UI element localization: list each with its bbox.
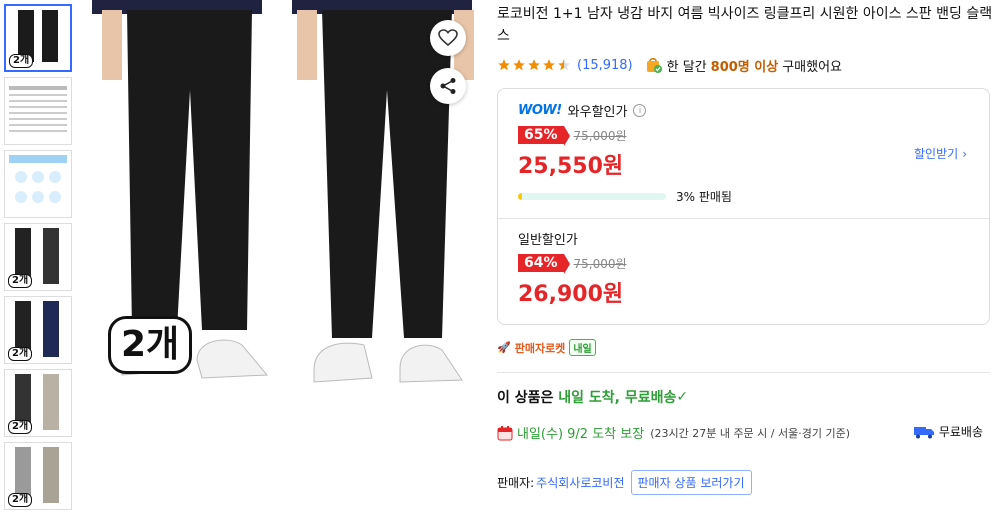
thumbnail[interactable]: 2개 [4, 4, 72, 72]
chevron-right-icon: › [962, 146, 967, 161]
purchase-suffix: 구매했어요 [782, 59, 843, 75]
rating-row: (15,918) 한 달간 800명 이상 구매했어요 [497, 54, 993, 76]
discount-badge: 64% [518, 254, 569, 274]
seller-rocket-label: 판매자로켓 [514, 341, 566, 355]
sales-progress-text: 3% 판매됨 [676, 190, 732, 204]
wow-final-price: 25,550원 [518, 154, 624, 179]
review-count[interactable]: (15,918) [577, 58, 633, 73]
original-price: 75,000원 [573, 256, 627, 271]
purchase-prefix: 한 달간 [666, 59, 707, 75]
delivery-eta: 내일(수) 9/2 도착 보장 [517, 427, 645, 442]
delivery-heading: 이 상품은 내일 도착, 무료배송 ✓ [497, 387, 993, 407]
sales-progress-bar [518, 193, 666, 200]
info-icon[interactable]: i [633, 104, 647, 117]
thumbnail-tag: 2개 [8, 347, 33, 361]
star-icon [513, 59, 525, 71]
half-star-icon [558, 59, 570, 71]
thumbnail-tag: 2개 [8, 420, 33, 434]
truck-icon [913, 426, 934, 438]
tomorrow-badge: 내일 [569, 339, 596, 356]
general-discount-row: 64% 75,000원 [518, 254, 969, 274]
sales-progress-fill [518, 193, 523, 200]
discount-badge: 65% [518, 126, 569, 146]
share-button[interactable] [430, 68, 466, 104]
delivery-eta-condition: (23시간 27분 내 주문 시 / 서울·경기 기준) [650, 426, 851, 440]
star-icon [543, 59, 555, 71]
thumbnail[interactable] [4, 150, 72, 218]
thumbnail-tag: 2개 [8, 274, 33, 288]
share-icon [440, 78, 456, 94]
purchase-count: 한 달간 800명 이상 구매했어요 [645, 56, 842, 75]
wow-price-label: 와우할인가 [567, 105, 628, 120]
calendar-icon [497, 425, 513, 440]
thumbnail[interactable]: 2개 [4, 442, 72, 510]
purchase-number: 800명 이상 [710, 59, 779, 75]
wow-price-header: WOW! 와우할인가 i [518, 101, 969, 120]
seller-products-button[interactable]: 판매자 상품 보러가기 [630, 470, 752, 495]
free-shipping: 무료배송 [913, 423, 983, 440]
thumbnail[interactable] [4, 77, 72, 145]
delivery-eta-row: 내일(수) 9/2 도착 보장 (23시간 27분 내 주문 시 / 서울·경기… [497, 423, 993, 442]
main-product-image: 2개 [82, 0, 480, 400]
seller-row: 판매자: 주식회사로코비전 판매자 상품 보러가기 [497, 470, 993, 495]
shopping-bag-icon [646, 58, 662, 73]
product-title: 로코비전 1+1 남자 냉감 바지 여름 빅사이즈 링클프리 시원한 아이스 스… [497, 6, 993, 44]
seller-label: 판매자: [497, 476, 535, 490]
thumbnail-tag: 2개 [9, 54, 34, 68]
delivery-heading-highlight: 내일 도착, 무료배송 [558, 390, 677, 406]
divider [497, 372, 990, 373]
thumbnail-tag: 2개 [8, 493, 33, 507]
thumbnail[interactable]: 2개 [4, 223, 72, 291]
star-rating[interactable] [497, 58, 571, 72]
original-price: 75,000원 [573, 128, 627, 143]
quantity-badge: 2개 [108, 316, 193, 374]
favorite-button[interactable] [430, 20, 466, 56]
star-icon [498, 59, 510, 71]
wow-discount-row: 65% 75,000원 [518, 126, 969, 146]
checkmark-icon: ✓ [676, 389, 689, 405]
get-discount-label: 할인받기 [914, 147, 959, 161]
get-discount-button[interactable]: 할인받기 › [914, 145, 967, 162]
general-price-section: 일반할인가 64% 75,000원 26,900원 [498, 219, 989, 324]
thumbnail[interactable]: 2개 [4, 369, 72, 437]
star-icon [528, 59, 540, 71]
general-final-price: 26,900원 [518, 282, 624, 307]
feature-image [9, 155, 67, 203]
size-chart-image [9, 86, 67, 132]
sales-progress: 3% 판매됨 [518, 188, 969, 205]
thumbnail-list: 2개 2개 2개 2개 2개 [4, 4, 72, 513]
heart-icon [438, 29, 458, 47]
thumbnail[interactable]: 2개 [4, 296, 72, 364]
wow-price-section: WOW! 와우할인가 i 65% 75,000원 25,550원 할인받기 › … [498, 89, 989, 219]
seller-name-link[interactable]: 주식회사로코비전 [536, 474, 624, 491]
product-info: 로코비전 1+1 남자 냉감 바지 여름 빅사이즈 링클프리 시원한 아이스 스… [497, 0, 993, 495]
delivery-heading-prefix: 이 상품은 [497, 390, 554, 406]
seller-rocket-row: 🚀 판매자로켓 내일 [497, 339, 993, 356]
price-box: WOW! 와우할인가 i 65% 75,000원 25,550원 할인받기 › … [497, 88, 990, 325]
rocket-icon: 🚀 [497, 341, 511, 354]
general-price-label: 일반할인가 [518, 233, 578, 248]
wow-logo: WOW! [518, 103, 562, 118]
free-shipping-label: 무료배송 [938, 425, 983, 439]
